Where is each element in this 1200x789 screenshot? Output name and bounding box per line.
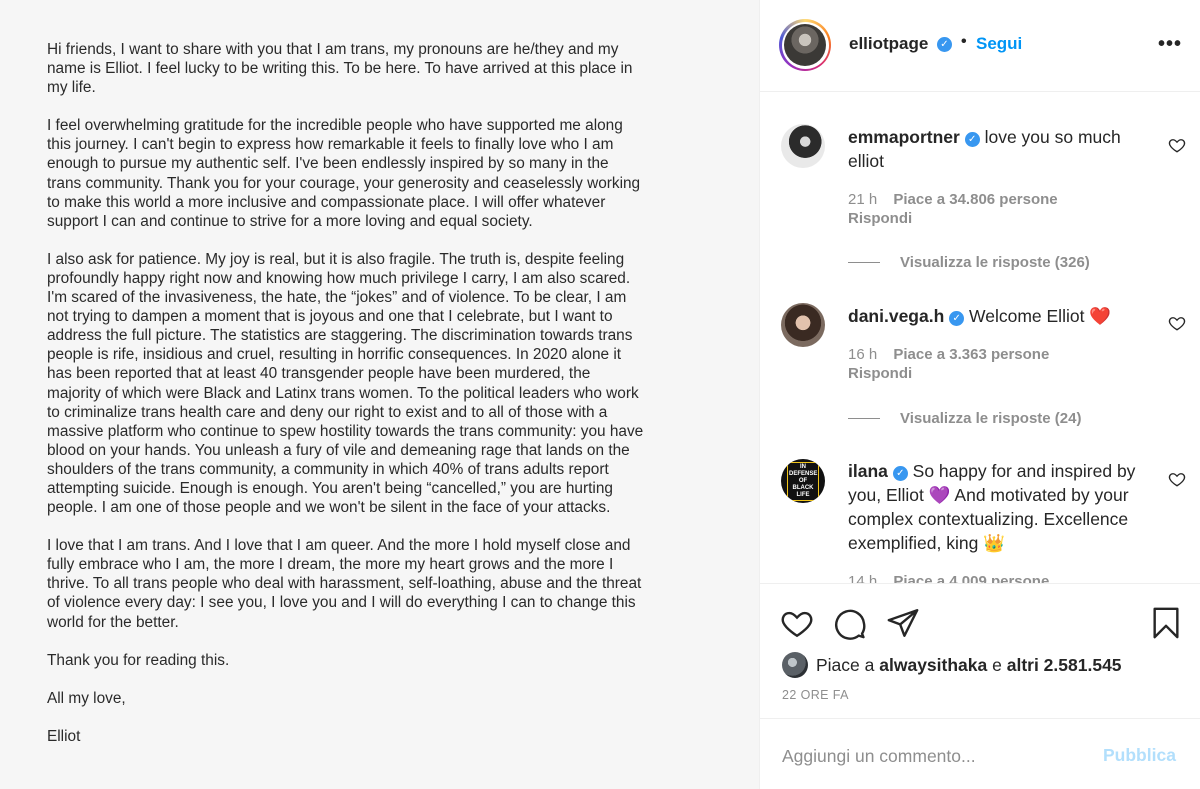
comment-time: 16 h <box>848 346 878 363</box>
post-timestamp[interactable]: 22 ORE FA <box>782 688 849 702</box>
statement-paragraph: I feel overwhelming gratitude for the in… <box>47 116 697 231</box>
verified-badge-icon: ✓ <box>964 132 980 147</box>
likes-others[interactable]: altri 2.581.545 <box>1007 655 1122 676</box>
add-comment-bar: Pubblica <box>760 718 1200 789</box>
statement-line: support I can and continue to strive for… <box>47 212 533 230</box>
statement-line: not trying to dampen a moment that is jo… <box>47 308 613 326</box>
statement-line: to criminalize trans health care and den… <box>47 403 608 421</box>
comment-time: 21 h <box>848 191 878 208</box>
statement-paragraph: Thank you for reading this. <box>47 651 697 670</box>
likes-conj: e <box>992 654 1002 675</box>
commenter-avatar[interactable] <box>781 303 825 347</box>
statement-line: blood on your hands. You unleash a fury … <box>47 441 630 459</box>
statement-line: people. I am one of those people and we … <box>47 499 611 517</box>
share-paper-plane-icon[interactable] <box>886 606 920 640</box>
comment-meta: 21 h Piace a 34.806 persone <box>848 191 1058 208</box>
post-header: elliotpage ✓ • Segui ••• <box>760 0 1200 92</box>
comment-text-block: ilana ✓ So happy for and inspired by you… <box>848 459 1158 555</box>
statement-paragraph: Elliot <box>47 727 697 746</box>
publish-button[interactable]: Pubblica <box>1103 745 1176 766</box>
view-replies-label: Visualizza le risposte (326) <box>900 254 1090 271</box>
statement-line: I'm scared of the invasiveness, the hate… <box>47 289 627 307</box>
statement-line: name is Elliot. I feel lucky to be writi… <box>47 60 633 78</box>
statement-line: I feel overwhelming gratitude for the in… <box>47 117 623 135</box>
verified-badge-icon: ✓ <box>892 466 908 481</box>
view-replies-button[interactable]: Visualizza le risposte (326) <box>848 254 1090 271</box>
comments-list[interactable]: emmaportner ✓ love you so much elliot 21… <box>760 93 1200 583</box>
statement-paragraph: Hi friends, I want to share with you tha… <box>47 40 697 97</box>
statement-line: enough to pursue my authentic self. I've… <box>47 155 609 173</box>
comment-meta: 14 h Piace a 4.009 persone <box>848 573 1049 583</box>
comment-input[interactable] <box>782 743 1082 769</box>
statement-line: majority of which were Black and Latinx … <box>47 384 639 402</box>
statement-line: profoundly happy right now and knowing h… <box>47 269 631 287</box>
comment-text-block: emmaportner ✓ love you so much elliot <box>848 125 1158 173</box>
statement-line: Thank you for reading this. <box>47 651 230 669</box>
view-replies-label: Visualizza le risposte (24) <box>900 410 1082 427</box>
post-image: Hi friends, I want to share with you tha… <box>0 0 759 789</box>
follow-button[interactable]: Segui <box>976 34 1022 54</box>
statement-line: fully embrace who I am, the more I dream… <box>47 556 614 574</box>
commenter-avatar[interactable]: IN DEFENSE OF BLACK LIFE <box>781 459 825 503</box>
comment-time: 14 h <box>848 573 878 583</box>
like-heart-icon[interactable] <box>780 606 814 640</box>
statement-paragraph: I love that I am trans. And I love that … <box>47 536 697 631</box>
statement-paragraph: All my love, <box>47 689 697 708</box>
statement-paragraph: I also ask for patience. My joy is real,… <box>47 250 697 517</box>
comment-meta: 16 h Piace a 3.363 persone <box>848 346 1049 363</box>
comment-likes[interactable]: Piace a 4.009 persone <box>893 573 1049 583</box>
likes-summary[interactable]: Piace a alwaysithaka e altri 2.581.545 <box>782 652 1122 678</box>
likes-prefix: Piace a <box>816 654 875 675</box>
statement-line: world for the better. <box>47 613 179 631</box>
statement-line: Elliot <box>47 727 81 745</box>
author-avatar[interactable] <box>779 19 831 71</box>
comment-text: Welcome Elliot ❤️ <box>969 306 1112 326</box>
replies-divider <box>848 418 880 419</box>
statement-line: trans community. Thank you for your cour… <box>47 174 641 192</box>
statement-line: I also ask for patience. My joy is real,… <box>47 250 625 268</box>
statement-line: massive platform who continue to spew ho… <box>47 422 644 440</box>
liker-avatar <box>782 652 808 678</box>
separator-dot: • <box>961 33 967 50</box>
liker-username[interactable]: alwaysithaka <box>879 655 987 676</box>
avatar-text: IN DEFENSE OF BLACK LIFE <box>787 461 819 501</box>
comment-text: So happy for and inspired by you, Elliot… <box>848 461 1136 553</box>
statement-line: of violence every day: I see you, I love… <box>47 594 636 612</box>
author-username[interactable]: elliotpage <box>849 34 928 54</box>
post-actions: Piace a alwaysithaka e altri 2.581.545 2… <box>760 583 1200 718</box>
comment-bubble-icon[interactable] <box>833 606 867 640</box>
verified-badge-icon: ✓ <box>937 37 952 52</box>
like-comment-heart-icon[interactable] <box>1168 470 1186 488</box>
comment-text-block: dani.vega.h ✓ Welcome Elliot ❤️ <box>848 304 1158 328</box>
comment-likes[interactable]: Piace a 3.363 persone <box>893 346 1049 363</box>
reply-button[interactable]: Rispondi <box>848 365 912 382</box>
like-comment-heart-icon[interactable] <box>1168 314 1186 332</box>
post-sidebar: elliotpage ✓ • Segui ••• emmaportner ✓ l… <box>759 0 1200 789</box>
commenter-avatar[interactable] <box>781 124 825 168</box>
statement-line: thrive. To all trans people who deal wit… <box>47 575 642 593</box>
verified-badge-icon: ✓ <box>949 311 965 326</box>
statement-line: shoulders of the trans community, a comm… <box>47 460 609 478</box>
statement-line: to make this world a more inclusive and … <box>47 193 606 211</box>
commenter-username[interactable]: ilana <box>848 461 888 481</box>
reply-button[interactable]: Rispondi <box>848 210 912 227</box>
statement-text: Hi friends, I want to share with you tha… <box>47 40 697 765</box>
commenter-username[interactable]: emmaportner <box>848 127 960 147</box>
view-replies-button[interactable]: Visualizza le risposte (24) <box>848 410 1081 427</box>
statement-line: I love that I am trans. And I love that … <box>47 537 631 555</box>
commenter-username[interactable]: dani.vega.h <box>848 306 944 326</box>
replies-divider <box>848 262 880 263</box>
statement-line: address the full picture. The statistics… <box>47 327 633 345</box>
statement-line: my life. <box>47 79 96 97</box>
save-bookmark-icon[interactable] <box>1149 606 1183 640</box>
statement-line: people is rife, insidious and cruel, res… <box>47 346 622 364</box>
statement-line: has been reported that at least 40 trans… <box>47 365 591 383</box>
statement-line: this journey. I can't begin to express h… <box>47 136 614 154</box>
statement-line: All my love, <box>47 689 126 707</box>
like-comment-heart-icon[interactable] <box>1168 136 1186 154</box>
more-options-icon[interactable]: ••• <box>1158 33 1182 56</box>
statement-line: attempting suicide. Enough is enough. Yo… <box>47 479 613 497</box>
comment-likes[interactable]: Piace a 34.806 persone <box>893 191 1057 208</box>
statement-line: Hi friends, I want to share with you tha… <box>47 41 619 58</box>
